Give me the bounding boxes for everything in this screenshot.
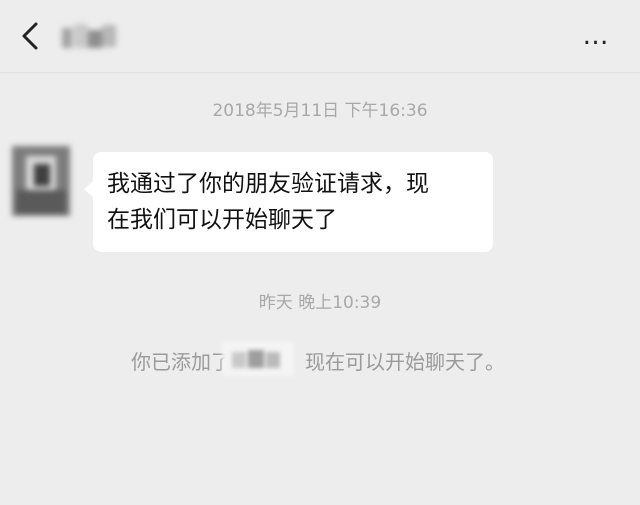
message-text: 我通过了你的朋友验证请求，现 在我们可以开始聊天了	[107, 171, 429, 233]
more-button[interactable]: …	[578, 21, 614, 51]
system-text-before: 你已添加了	[131, 350, 231, 374]
contact-name-blurred	[222, 342, 294, 376]
contact-name-blurred	[62, 22, 120, 52]
system-text-after: 现在可以开始聊天了。	[305, 350, 505, 374]
message-timestamp: 昨天 晚上10:39	[258, 293, 382, 313]
message-bubble[interactable]: 我通过了你的朋友验证请求，现 在我们可以开始聊天了	[84, 152, 493, 252]
chat-header: …	[0, 0, 640, 73]
chevron-left-icon[interactable]	[14, 18, 48, 54]
message-timestamp: 2018年5月11日 下午16:36	[212, 101, 428, 121]
more-dots-icon: …	[582, 21, 610, 51]
avatar[interactable]	[12, 146, 70, 216]
system-message: 你已添加了 现在可以开始聊天了。	[0, 342, 640, 376]
